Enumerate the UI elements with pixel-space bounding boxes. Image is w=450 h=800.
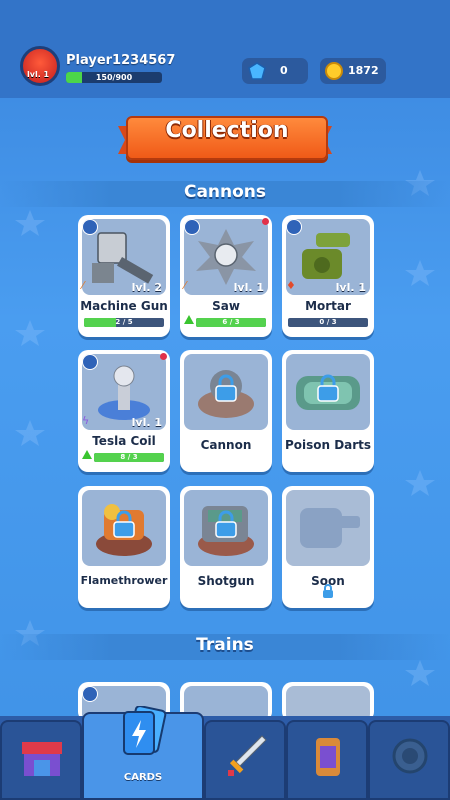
sword-icon xyxy=(228,735,267,776)
cannon-type-icon xyxy=(82,354,98,370)
player-level-badge: lvl. 1 xyxy=(27,70,50,79)
card-level: lvl. 1 xyxy=(131,416,162,429)
player-avatar[interactable] xyxy=(20,46,60,86)
silhouette-illustration xyxy=(300,508,360,548)
notification-dot xyxy=(262,218,269,225)
gear-icon xyxy=(82,686,98,702)
card-name: Flamethrower xyxy=(80,574,168,587)
card-poison-darts[interactable]: Poison Darts xyxy=(282,350,374,472)
nav-cards[interactable]: CARDS xyxy=(82,706,204,800)
nav-shop[interactable] xyxy=(0,720,82,800)
card-machine-gun[interactable]: ⁄ lvl. 2 Machine Gun 2 / 5 xyxy=(78,215,170,337)
lightning-icon: ϟ xyxy=(82,414,90,427)
card-name: Saw xyxy=(212,299,240,313)
card-image xyxy=(286,354,370,430)
cards-icon xyxy=(123,706,167,755)
lock-icon xyxy=(215,510,237,538)
card-progress-text: 6 / 3 xyxy=(222,318,240,326)
card-level: lvl. 2 xyxy=(131,281,162,294)
gear-icon xyxy=(184,219,200,235)
section-title-cannons: Cannons xyxy=(183,182,267,202)
card-progress-bar: 2 / 5 xyxy=(84,318,164,327)
card-name: Shotgun xyxy=(197,574,255,588)
gems-value: 0 xyxy=(280,64,288,77)
card-shotgun[interactable]: Shotgun xyxy=(180,486,272,608)
card-level: lvl. 1 xyxy=(335,281,366,294)
fire-icon: ♦ xyxy=(286,279,296,292)
card-mortar[interactable]: ♦ lvl. 1 Mortar 0 / 3 xyxy=(282,215,374,337)
card-name: Poison Darts xyxy=(284,438,372,452)
notification-dot xyxy=(160,353,167,360)
shop-icon xyxy=(22,742,62,776)
card-name: Machine Gun xyxy=(80,299,168,313)
coins-value: 1872 xyxy=(348,64,379,77)
lock-icon xyxy=(317,374,339,402)
section-title-trains: Trains xyxy=(196,635,254,655)
card-progress-text: 0 / 3 xyxy=(319,318,337,326)
card-cannon[interactable]: Cannon xyxy=(180,350,272,472)
lock-icon xyxy=(323,584,333,598)
page-title: Collection xyxy=(165,118,289,143)
bullet-icon: ⁄ xyxy=(184,279,186,292)
xp-bar: 150/900 xyxy=(66,72,162,83)
upgrade-arrow-icon xyxy=(82,450,92,459)
card-image xyxy=(184,490,268,566)
top-bar xyxy=(0,0,450,98)
coin-icon xyxy=(325,62,343,80)
player-name: Player1234567 xyxy=(66,53,176,68)
lock-icon xyxy=(215,374,237,402)
nav-cards-label: CARDS xyxy=(123,772,163,783)
card-image xyxy=(286,490,370,566)
card-name: Tesla Coil xyxy=(92,434,156,448)
target-icon xyxy=(82,219,98,235)
card-progress-text: 2 / 5 xyxy=(115,318,133,326)
card-progress-bar: 0 / 3 xyxy=(288,318,368,327)
card-image xyxy=(82,490,166,566)
nav-inventory[interactable] xyxy=(286,720,368,800)
nav-locked[interactable] xyxy=(368,720,450,800)
card-name: Cannon xyxy=(200,438,252,452)
nav-battle[interactable] xyxy=(204,720,286,800)
card-name: Mortar xyxy=(305,299,351,313)
card-progress-text: 8 / 3 xyxy=(120,453,138,461)
coins-counter[interactable]: 1872 xyxy=(320,58,386,84)
bullet-icon: ⁄ xyxy=(82,279,84,292)
card-level: lvl. 1 xyxy=(233,281,264,294)
card-tesla-coil[interactable]: ϟ lvl. 1 Tesla Coil 8 / 3 xyxy=(78,350,170,472)
card-progress-bar: 8 / 3 xyxy=(94,453,164,462)
cannon-type-icon xyxy=(286,219,302,235)
card-saw[interactable]: ⁄ lvl. 1 Saw 6 / 3 xyxy=(180,215,272,337)
gems-counter[interactable]: 0 xyxy=(242,58,308,84)
lock-icon xyxy=(113,510,135,538)
card-soon: Soon xyxy=(282,486,374,608)
upgrade-arrow-icon xyxy=(184,315,194,324)
scroll-icon xyxy=(316,738,340,776)
locked-feature-icon xyxy=(392,738,428,774)
card-image xyxy=(184,354,268,430)
xp-text: 150/900 xyxy=(95,73,133,82)
card-progress-bar: 6 / 3 xyxy=(196,318,266,327)
gem-icon xyxy=(248,62,266,80)
card-flamethrower[interactable]: Flamethrower xyxy=(78,486,170,608)
